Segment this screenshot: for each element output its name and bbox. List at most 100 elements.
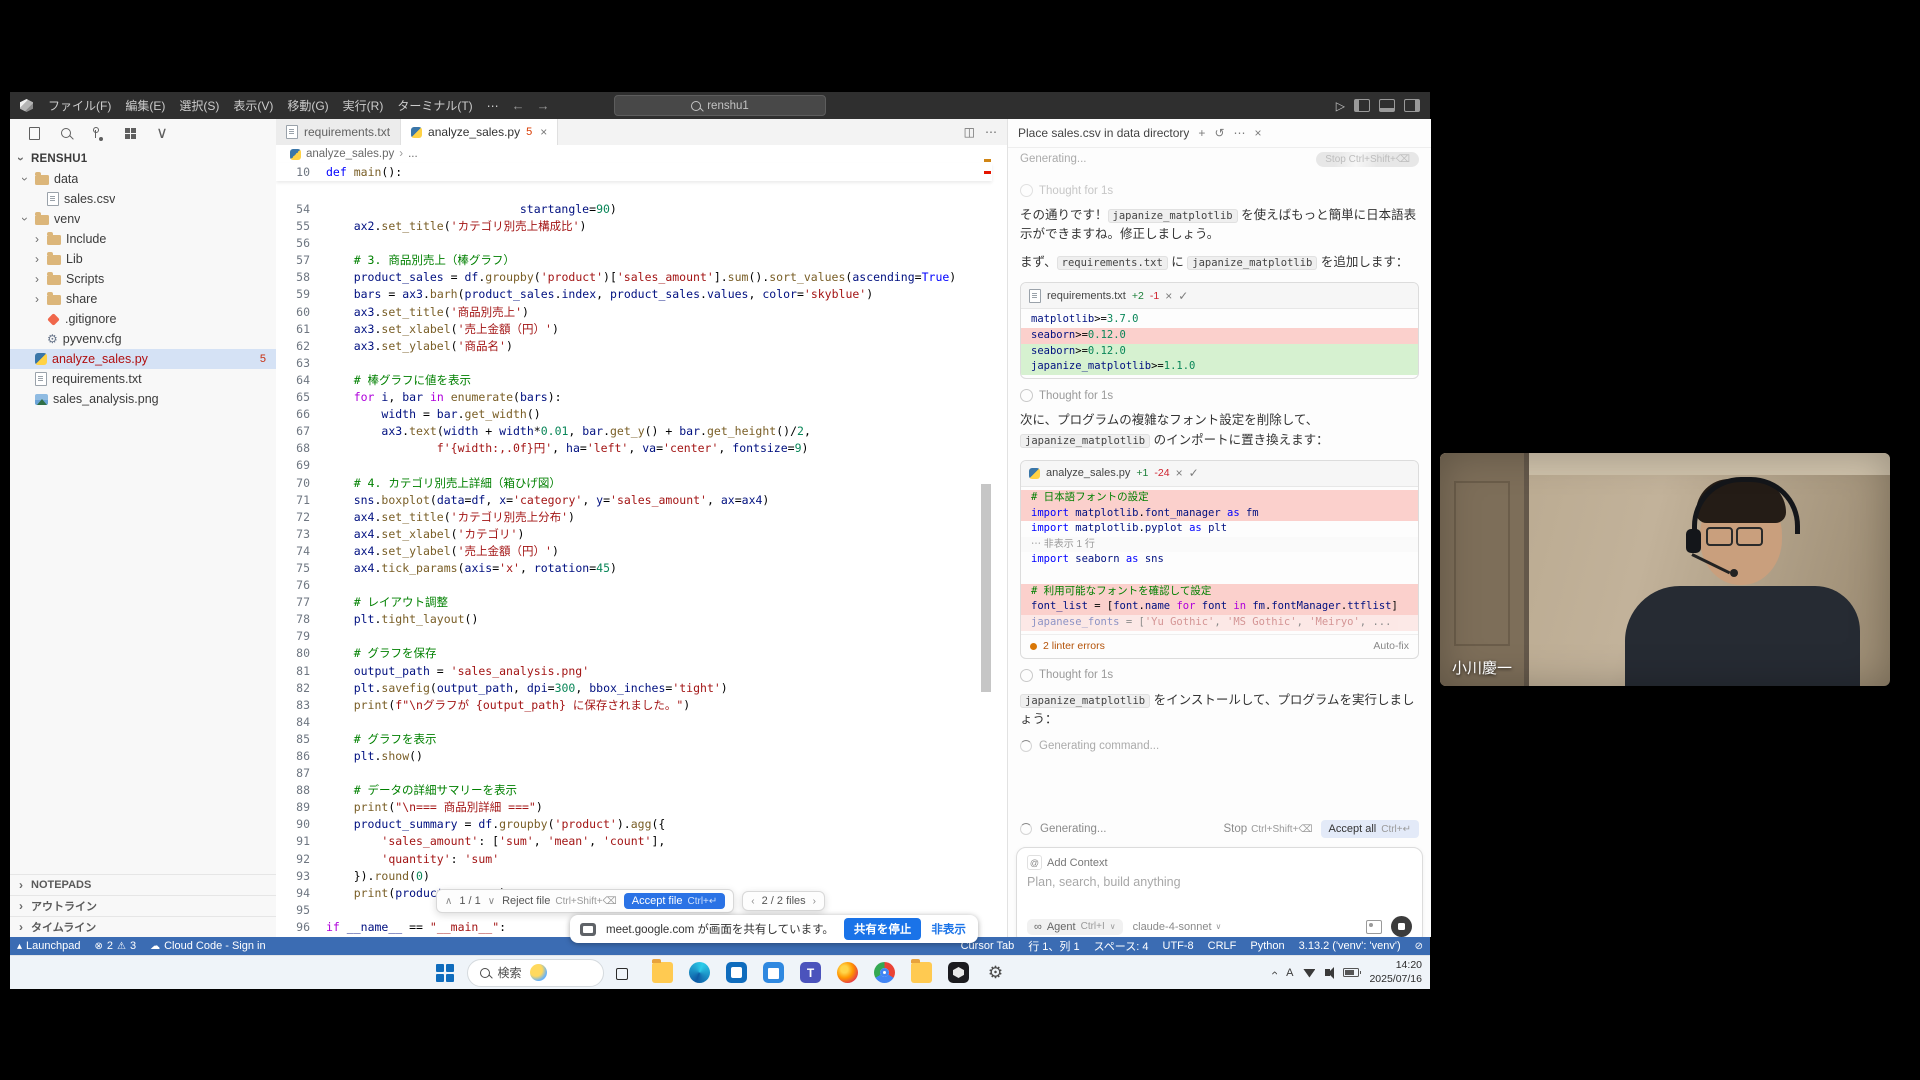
code-line[interactable]: 75 ax4.tick_params(axis='x', rotation=45… bbox=[276, 560, 1007, 577]
sticky-scroll-line[interactable]: 10 def main(): bbox=[276, 163, 992, 181]
code-line[interactable]: 85 # グラフを表示 bbox=[276, 731, 1007, 748]
line-number[interactable]: 76 bbox=[276, 577, 326, 594]
tray-chevron-icon[interactable]: › bbox=[1267, 971, 1281, 975]
taskbar-clock[interactable]: 14:20 2025/07/16 bbox=[1369, 959, 1422, 986]
line-number[interactable]: 75 bbox=[276, 560, 326, 577]
code-line[interactable]: 70 # 4. カテゴリ別売上詳細（箱ひげ図） bbox=[276, 475, 1007, 492]
window-search[interactable]: renshu1 bbox=[614, 95, 826, 116]
reject-icon[interactable]: × bbox=[1176, 466, 1183, 480]
accept-icon[interactable]: ✓ bbox=[1189, 466, 1199, 480]
line-number[interactable]: 69 bbox=[276, 457, 326, 474]
taskbar-firefox-button[interactable] bbox=[833, 958, 863, 988]
code-line[interactable]: 55 ax2.set_title('カテゴリ別売上構成比') bbox=[276, 218, 1007, 235]
agent-mode-selector[interactable]: ∞ Agent Ctrl+I ∨ bbox=[1027, 919, 1123, 935]
menu-item-0[interactable]: ファイル(F) bbox=[41, 92, 118, 119]
code-line[interactable]: 60 ax3.set_title('商品別売上') bbox=[276, 304, 1007, 321]
code-line[interactable]: 81 output_path = 'sales_analysis.png' bbox=[276, 663, 1007, 680]
more-actions-icon[interactable]: ⋯ bbox=[985, 125, 997, 139]
tab-analyze_sales.py[interactable]: analyze_sales.py5× bbox=[401, 119, 558, 145]
section-アウトライン[interactable]: ›アウトライン bbox=[10, 895, 276, 916]
launchpad-button[interactable]: ▴Launchpad bbox=[10, 937, 87, 955]
line-number[interactable]: 54 bbox=[276, 201, 326, 218]
diff-card-header[interactable]: analyze_sales.py+1-24×✓ bbox=[1021, 461, 1418, 487]
code-line[interactable]: 92 'quantity': 'sum' bbox=[276, 851, 1007, 868]
tree-item-Include[interactable]: ›Include bbox=[10, 229, 276, 249]
section-NOTEPADS[interactable]: ›NOTEPADS bbox=[10, 874, 276, 895]
line-number[interactable]: 94 bbox=[276, 885, 326, 902]
code-line[interactable]: 78 plt.tight_layout() bbox=[276, 611, 1007, 628]
search-button[interactable] bbox=[58, 125, 74, 141]
menu-item-1[interactable]: 編集(E) bbox=[118, 92, 172, 119]
tree-item-Lib[interactable]: ›Lib bbox=[10, 249, 276, 269]
tree-item-pyvenv.cfg[interactable]: ›⚙pyvenv.cfg bbox=[10, 329, 276, 349]
model-selector[interactable]: claude-4-sonnet ∨ bbox=[1133, 921, 1222, 933]
cloud-code-button[interactable]: ☁Cloud Code - Sign in bbox=[143, 937, 273, 955]
status-item-1[interactable]: 行 1、列 1 bbox=[1021, 937, 1086, 955]
chevron-up-icon[interactable]: ∧ bbox=[445, 896, 452, 907]
scrollbar-thumb[interactable] bbox=[981, 484, 991, 692]
code-line[interactable]: 63 bbox=[276, 355, 1007, 372]
thought-row[interactable]: Thought for 1s bbox=[1020, 389, 1419, 402]
explorer-root[interactable]: ›RENSHU1 bbox=[10, 149, 276, 169]
prev-file-icon[interactable]: ‹ bbox=[751, 896, 754, 907]
taskbar-task-view-button[interactable] bbox=[611, 958, 641, 988]
taskbar-settings-button[interactable]: ⚙ bbox=[981, 958, 1011, 988]
line-number[interactable]: 56 bbox=[276, 235, 326, 252]
line-number[interactable]: 91 bbox=[276, 833, 326, 850]
line-number[interactable]: 95 bbox=[276, 902, 326, 919]
line-number[interactable]: 84 bbox=[276, 714, 326, 731]
line-number[interactable]: 83 bbox=[276, 697, 326, 714]
stop-sharing-button[interactable]: 共有を停止 bbox=[844, 918, 922, 940]
line-number[interactable]: 60 bbox=[276, 304, 326, 321]
menu-item-4[interactable]: 移動(G) bbox=[280, 92, 335, 119]
accept-file-button[interactable]: Accept fileCtrl+↵ bbox=[624, 893, 726, 909]
code-line[interactable]: 73 ax4.set_xlabel('カテゴリ') bbox=[276, 526, 1007, 543]
line-number[interactable]: 72 bbox=[276, 509, 326, 526]
tree-item-.gitignore[interactable]: ›.gitignore bbox=[10, 309, 276, 329]
code-line[interactable]: 87 bbox=[276, 765, 1007, 782]
line-number[interactable]: 66 bbox=[276, 406, 326, 423]
problems-indicator[interactable]: ⊗2⚠3 bbox=[87, 937, 143, 955]
tree-item-share[interactable]: ›share bbox=[10, 289, 276, 309]
code-line[interactable]: 91 'sales_amount': ['sum', 'mean', 'coun… bbox=[276, 833, 1007, 850]
line-number[interactable]: 65 bbox=[276, 389, 326, 406]
line-number[interactable]: 55 bbox=[276, 218, 326, 235]
wifi-icon[interactable] bbox=[1303, 968, 1315, 978]
tree-item-sales_analysis.png[interactable]: ›sales_analysis.png bbox=[10, 389, 276, 409]
code-line[interactable]: 72 ax4.set_title('カテゴリ別売上分布') bbox=[276, 509, 1007, 526]
hide-button[interactable]: 非表示 bbox=[931, 921, 968, 937]
diff-card-header[interactable]: requirements.txt+2-1×✓ bbox=[1021, 283, 1418, 309]
code-line[interactable]: 82 plt.savefig(output_path, dpi=300, bbo… bbox=[276, 680, 1007, 697]
taskbar-folder-button[interactable] bbox=[907, 958, 937, 988]
line-number[interactable]: 59 bbox=[276, 286, 326, 303]
line-number[interactable]: 74 bbox=[276, 543, 326, 560]
reject-file-button[interactable]: Reject fileCtrl+Shift+⌫ bbox=[502, 895, 617, 907]
extensions-button[interactable] bbox=[122, 125, 138, 141]
code-line[interactable]: 68 f'{width:,.0f}円', ha='left', va='cent… bbox=[276, 440, 1007, 457]
next-file-icon[interactable]: › bbox=[813, 896, 816, 907]
line-number[interactable]: 82 bbox=[276, 680, 326, 697]
line-number[interactable]: 78 bbox=[276, 611, 326, 628]
menu-item-3[interactable]: 表示(V) bbox=[226, 92, 280, 119]
volume-icon[interactable] bbox=[1325, 969, 1330, 976]
ime-indicator[interactable]: A bbox=[1286, 967, 1293, 979]
line-number[interactable]: 67 bbox=[276, 423, 326, 440]
code-line[interactable]: 54 startangle=90) bbox=[276, 201, 1007, 218]
line-number[interactable]: 88 bbox=[276, 782, 326, 799]
code-line[interactable]: 62 ax3.set_ylabel('商品名') bbox=[276, 338, 1007, 355]
thought-row[interactable]: Thought for 1s bbox=[1020, 184, 1419, 197]
taskbar-chrome-button[interactable] bbox=[870, 958, 900, 988]
code-line[interactable]: 89 print("\n=== 商品別詳細 ===") bbox=[276, 799, 1007, 816]
taskbar-cursor-button[interactable] bbox=[944, 958, 974, 988]
auto-fix-button[interactable]: Auto-fix bbox=[1373, 640, 1409, 652]
tree-item-sales.csv[interactable]: ›sales.csv bbox=[10, 189, 276, 209]
section-タイムライン[interactable]: ›タイムライン bbox=[10, 916, 276, 937]
split-editor-icon[interactable]: ◫ bbox=[964, 125, 975, 139]
run-icon[interactable]: ▷ bbox=[1336, 99, 1345, 113]
tree-item-Scripts[interactable]: ›Scripts bbox=[10, 269, 276, 289]
code-line[interactable]: 90 product_summary = df.groupby('product… bbox=[276, 816, 1007, 833]
more-icon[interactable]: ⋯ bbox=[1234, 126, 1246, 140]
line-number[interactable]: 89 bbox=[276, 799, 326, 816]
breadcrumb[interactable]: analyze_sales.py › ... bbox=[276, 145, 1007, 163]
chevron-down-icon[interactable]: ∨ bbox=[488, 896, 495, 907]
